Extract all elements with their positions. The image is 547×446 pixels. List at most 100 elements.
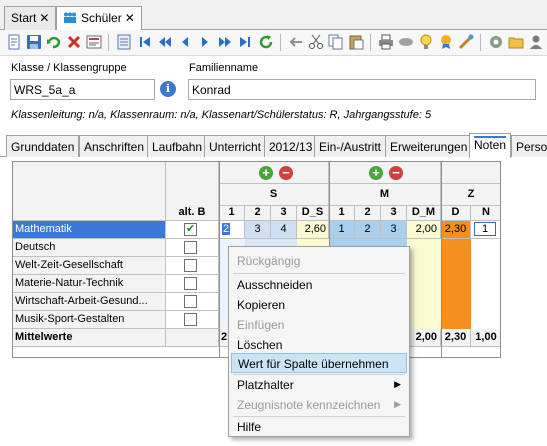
tab-start[interactable]: Start ✕	[4, 6, 57, 30]
grade-cell-m3[interactable]: 3	[381, 221, 407, 239]
alt-header: alt. B	[166, 162, 219, 221]
copy-icon[interactable]	[328, 34, 344, 50]
m-toolbar: + −	[329, 162, 441, 184]
subject-cell[interactable]: Musik-Sport-Gestalten	[13, 311, 166, 329]
alt-checkbox[interactable]	[184, 295, 197, 308]
col-s3[interactable]: 3	[271, 206, 297, 221]
folder-icon[interactable]	[508, 34, 524, 50]
user-icon[interactable]	[528, 34, 544, 50]
col-m2[interactable]: 2	[355, 206, 381, 221]
class-label: Klasse / Klassengruppe	[11, 62, 127, 74]
alt-checkbox[interactable]	[184, 259, 197, 272]
alt-checkbox[interactable]	[184, 277, 197, 290]
menu-placeholder[interactable]: Platzhalter ▶	[231, 375, 407, 395]
menu-delete[interactable]: Löschen	[231, 335, 407, 355]
palette-icon[interactable]	[458, 34, 474, 50]
alt-checkbox[interactable]	[184, 241, 197, 254]
tab-label: Grunddaten	[11, 140, 75, 154]
col-ds[interactable]: D_S	[297, 206, 329, 221]
subject-cell[interactable]: Materie-Natur-Technik	[13, 275, 166, 293]
m-avg-band	[407, 239, 441, 329]
undo-icon[interactable]	[46, 34, 62, 50]
tab-label: Person	[516, 140, 547, 154]
close-icon[interactable]: ✕	[39, 11, 49, 25]
tab-ein-austritt[interactable]: Ein-/Austritt	[314, 135, 387, 157]
alt-header-label: alt. B	[178, 206, 206, 218]
tab-noten[interactable]: Noten	[469, 133, 512, 158]
alt-checkbox[interactable]	[184, 222, 197, 236]
add-column-icon[interactable]: +	[259, 166, 273, 180]
last-icon[interactable]	[237, 34, 253, 50]
alt-cell	[166, 257, 219, 275]
final-n-input[interactable]: 1	[474, 222, 496, 236]
grade-cell-m2[interactable]: 2	[355, 221, 381, 239]
family-name-field[interactable]: Konrad	[188, 79, 536, 100]
tab-2012-13[interactable]: 2012/13	[264, 135, 318, 157]
submenu-arrow-icon: ▶	[394, 399, 401, 409]
class-field[interactable]: WRS_5a_a	[10, 79, 155, 100]
menu-mark-grade: Zeugnisnote kennzeichnen ▶	[231, 395, 407, 415]
bulb-icon[interactable]	[418, 34, 434, 50]
first-icon[interactable]	[137, 34, 153, 50]
back-icon[interactable]	[288, 34, 304, 50]
grade-cell-s1[interactable]: 2	[219, 221, 245, 239]
col-s2[interactable]: 2	[245, 206, 271, 221]
alt-cell	[166, 239, 219, 257]
grade-cell-s3[interactable]: 4	[271, 221, 297, 239]
new-icon[interactable]	[6, 34, 22, 50]
subject-cell[interactable]: Deutsch	[13, 239, 166, 257]
menu-help[interactable]: Hilfe	[231, 417, 407, 437]
tab-schueler[interactable]: Schüler ✕	[56, 6, 142, 31]
col-m1[interactable]: 1	[329, 206, 355, 221]
col-m3[interactable]: 3	[381, 206, 407, 221]
settings-icon[interactable]	[488, 34, 504, 50]
grade-cell-s2[interactable]: 3	[245, 221, 271, 239]
final-n-cell[interactable]: 1	[471, 221, 500, 239]
cut-icon[interactable]	[308, 34, 324, 50]
tab-erweiterungen[interactable]: Erweiterungen	[385, 135, 473, 157]
menu-apply-column[interactable]: Wert für Spalte übernehmen	[231, 353, 407, 373]
subject-cell[interactable]: Welt-Zeit-Gesellschaft	[13, 257, 166, 275]
remove-column-icon[interactable]: −	[389, 166, 403, 180]
save-icon[interactable]	[26, 34, 42, 50]
subject-cell[interactable]: Wirtschaft-Arbeit-Gesund...	[13, 293, 166, 311]
remove-column-icon[interactable]: −	[279, 166, 293, 180]
col-n[interactable]: N	[471, 206, 500, 221]
tab-label: Unterricht	[209, 140, 262, 154]
subject-cell[interactable]: Mathematik	[13, 221, 166, 239]
tab-anschriften[interactable]: Anschriften	[79, 135, 150, 157]
col-dm[interactable]: D_M	[407, 206, 441, 221]
prev-page-icon[interactable]	[157, 34, 173, 50]
z-group-label: Z	[467, 188, 475, 200]
menu-cut[interactable]: Ausschneiden	[231, 275, 407, 295]
tab-person[interactable]: Person	[511, 135, 547, 157]
tab-label: Erweiterungen	[390, 140, 468, 154]
m-group-header: M	[329, 184, 441, 206]
alt-checkbox[interactable]	[184, 313, 197, 326]
grade-cell-m1[interactable]: 1	[329, 221, 355, 239]
print-icon[interactable]	[378, 34, 394, 50]
award-icon[interactable]	[438, 34, 454, 50]
grade-s1-value[interactable]: 2	[222, 223, 231, 235]
info-icon[interactable]: i	[160, 81, 176, 97]
next-page-icon[interactable]	[217, 34, 233, 50]
add-column-icon[interactable]: +	[369, 166, 383, 180]
tab-label: 2012/13	[269, 140, 313, 154]
tab-unterricht[interactable]: Unterricht	[204, 135, 267, 157]
tab-grunddaten[interactable]: Grunddaten	[6, 135, 80, 157]
col-s1[interactable]: 1	[219, 206, 245, 221]
form-icon[interactable]	[86, 34, 102, 50]
refresh-icon[interactable]	[258, 34, 274, 50]
menu-copy[interactable]: Kopieren	[231, 295, 407, 315]
tag-icon[interactable]	[398, 34, 414, 50]
prev-icon[interactable]	[177, 34, 193, 50]
alt-cell	[166, 221, 219, 239]
col-d[interactable]: D	[441, 206, 471, 221]
paste-icon[interactable]	[348, 34, 364, 50]
delete-icon[interactable]	[66, 34, 82, 50]
context-menu: Rückgängig Ausschneiden Kopieren Einfüge…	[228, 246, 410, 437]
next-icon[interactable]	[197, 34, 213, 50]
close-icon[interactable]: ✕	[125, 11, 135, 25]
print-preview-icon[interactable]	[116, 34, 132, 50]
tab-laufbahn[interactable]: Laufbahn	[147, 135, 208, 157]
